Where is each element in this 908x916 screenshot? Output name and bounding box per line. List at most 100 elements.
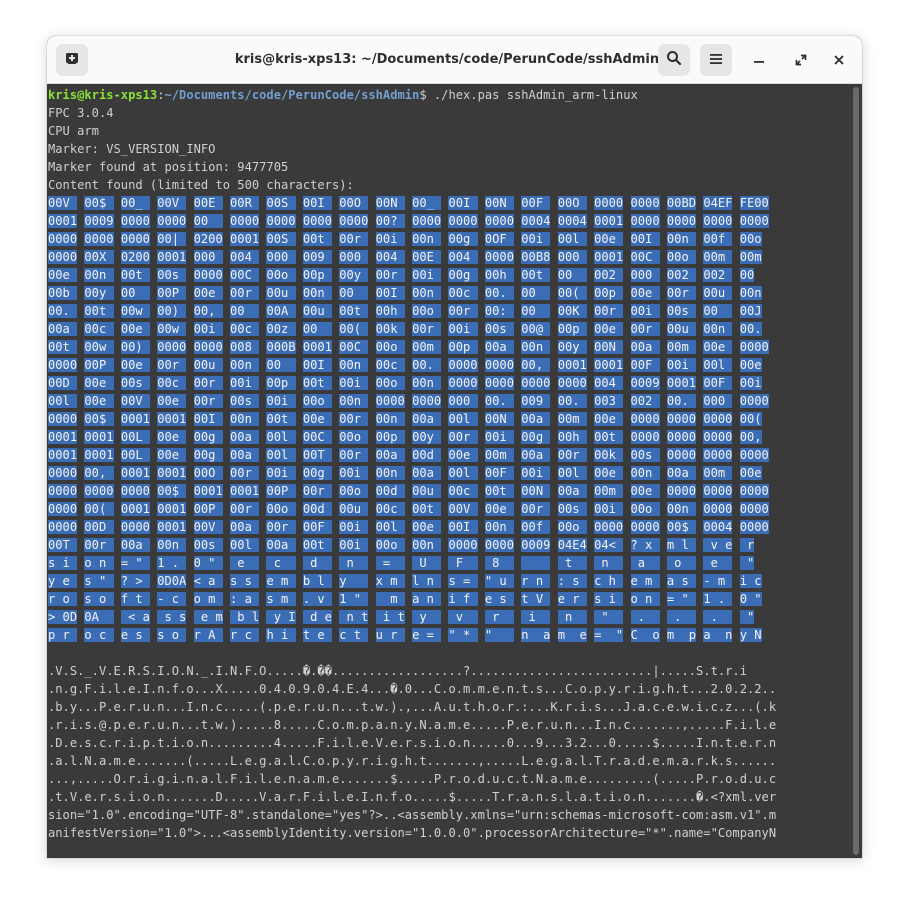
hex-cell: 00E (193, 196, 223, 210)
hex-row: 0000 00, 0001 0001 00O 00r 00i 00g 00i 0… (48, 464, 852, 482)
hex-cell: 00c (230, 322, 260, 336)
output-line: CPU arm (48, 124, 99, 138)
hex-cell: 0000 (739, 448, 769, 462)
hex-cell: e m (193, 610, 223, 624)
minimize-button[interactable] (747, 48, 771, 72)
hex-cell: 0001 (84, 448, 114, 462)
scrollbar[interactable] (853, 87, 859, 855)
search-button[interactable] (658, 44, 690, 76)
hex-cell: 0000 (120, 484, 150, 498)
hex-cell: 0000 (521, 376, 551, 390)
hex-cell: 0000 (703, 430, 733, 444)
hex-cell: 00S (266, 196, 296, 210)
ascii-row: .t.V.e.r.s.i.o.n.......D.....V.a.r.F.i.l… (48, 790, 777, 804)
hex-cell: 0000 (703, 412, 733, 426)
hex-cell: 00J (739, 304, 762, 318)
hex-cell: n (557, 610, 587, 624)
ascii-dump: .V.S._.V.E.R.S.I.O.N._.I.N.F.O.....�.��.… (48, 662, 852, 842)
hex-cell: 00u (703, 286, 733, 300)
hex-cell: 00L (120, 448, 150, 462)
hex-cell: 00p (594, 286, 624, 300)
ascii-row: .b.y...P.e.r.u.n...I.n.c.....(.p.e.r.u.n… (48, 700, 777, 714)
hex-cell: C o (630, 628, 660, 642)
hex-row: > 0D 0A < a s s e m b l y I d e n t i t … (48, 608, 852, 626)
prompt-separator: : (157, 88, 165, 102)
hex-cell: 00$ (157, 484, 187, 498)
hex-cell: 00w (157, 322, 187, 336)
maximize-button[interactable] (789, 48, 813, 72)
hex-cell: 00a (230, 448, 260, 462)
hex-row: 0000 00D 0000 0001 00V 00a 00r 00F 00i 0… (48, 518, 852, 536)
hex-cell: 00r (302, 484, 332, 498)
prompt-symbol: $ (419, 88, 427, 102)
hex-cell: 00z (266, 322, 296, 336)
hex-cell: 00( (84, 502, 114, 516)
hex-cell: 00o (557, 520, 587, 534)
hex-cell: s = (448, 574, 478, 588)
hex-row: 00. 00t 00w 00) 00, 00 00A 00u 00t 00h 0… (48, 302, 852, 320)
hex-cell: 00r (84, 538, 114, 552)
maximize-icon (795, 51, 807, 70)
hex-cell: a n (412, 592, 442, 606)
hex-cell: 00y (339, 268, 369, 282)
hex-cell: " * (448, 628, 478, 642)
hex-cell: 0000 (48, 250, 78, 264)
hex-cell: 00n (521, 340, 551, 354)
hex-cell: t (557, 556, 587, 570)
hex-cell: 00. (412, 358, 442, 372)
hex-cell: 00O (193, 466, 223, 480)
hex-cell: 0000 (739, 520, 769, 534)
close-button[interactable] (827, 48, 851, 72)
hex-cell: 00 (703, 304, 733, 318)
hex-cell: 00u (266, 286, 296, 300)
hex-cell: 00l (448, 412, 478, 426)
hex-cell: " u (484, 574, 514, 588)
hamburger-menu-icon (709, 51, 723, 70)
hex-cell: 0000 (48, 358, 78, 372)
output-line: Marker found at position: 9477705 (48, 160, 289, 174)
hex-cell: r (739, 538, 755, 552)
hex-cell: 0000 (484, 376, 514, 390)
hex-cell: 0000 (375, 394, 405, 408)
hex-cell: 00l (230, 538, 260, 552)
hex-cell: 0000 (739, 214, 769, 228)
hex-cell: 1 " (339, 592, 369, 606)
hex-cell: 00t (412, 502, 442, 516)
hex-cell: n a (521, 628, 551, 642)
hex-cell: 00E (412, 250, 442, 264)
hex-cell: 00i (448, 322, 478, 336)
output-line: FPC 3.0.4 (48, 106, 114, 120)
hex-cell: = (375, 556, 405, 570)
hex-cell: 00e (594, 466, 624, 480)
hex-cell: 00( (739, 412, 762, 426)
new-tab-button[interactable] (56, 44, 88, 76)
hex-cell: 00I (302, 196, 332, 210)
hex-cell: 00 (266, 358, 296, 372)
menu-button[interactable] (700, 44, 732, 76)
hex-cell: 002 (703, 268, 733, 282)
hex-cell: 00V (448, 502, 478, 516)
hex-row: 0000 00P 00e 00r 00u 00n 00 00I 00n 00c … (48, 356, 852, 374)
hex-cell: t V (521, 592, 551, 606)
hex-cell: 00a (521, 448, 551, 462)
hex-cell: 00i (193, 322, 223, 336)
hex-cell: 00d (375, 484, 405, 498)
hex-cell: 00b (48, 286, 78, 300)
hex-cell: n (594, 556, 624, 570)
hex-row: 0001 0001 00L 00e 00g 00a 00l 00C 00o 00… (48, 428, 852, 446)
hex-cell: 00m (557, 412, 587, 426)
hex-cell: 0000 (157, 340, 187, 354)
hex-cell: 00m (703, 466, 733, 480)
hex-cell: 00r (339, 232, 369, 246)
hex-cell: 000 (266, 250, 296, 264)
hex-cell: 00e (84, 376, 114, 390)
hex-cell: . (666, 610, 697, 624)
hex-cell: " (739, 556, 755, 570)
hex-cell: 0004 (521, 214, 551, 228)
terminal-output[interactable]: kris@kris-xps13:~/Documents/code/PerunCo… (47, 84, 852, 858)
hex-cell: 0000 (739, 340, 769, 354)
hex-cell: 00p (375, 430, 405, 444)
hex-cell: 00C (302, 430, 332, 444)
hex-cell: i f (448, 592, 478, 606)
hex-cell: 00: (484, 304, 514, 318)
